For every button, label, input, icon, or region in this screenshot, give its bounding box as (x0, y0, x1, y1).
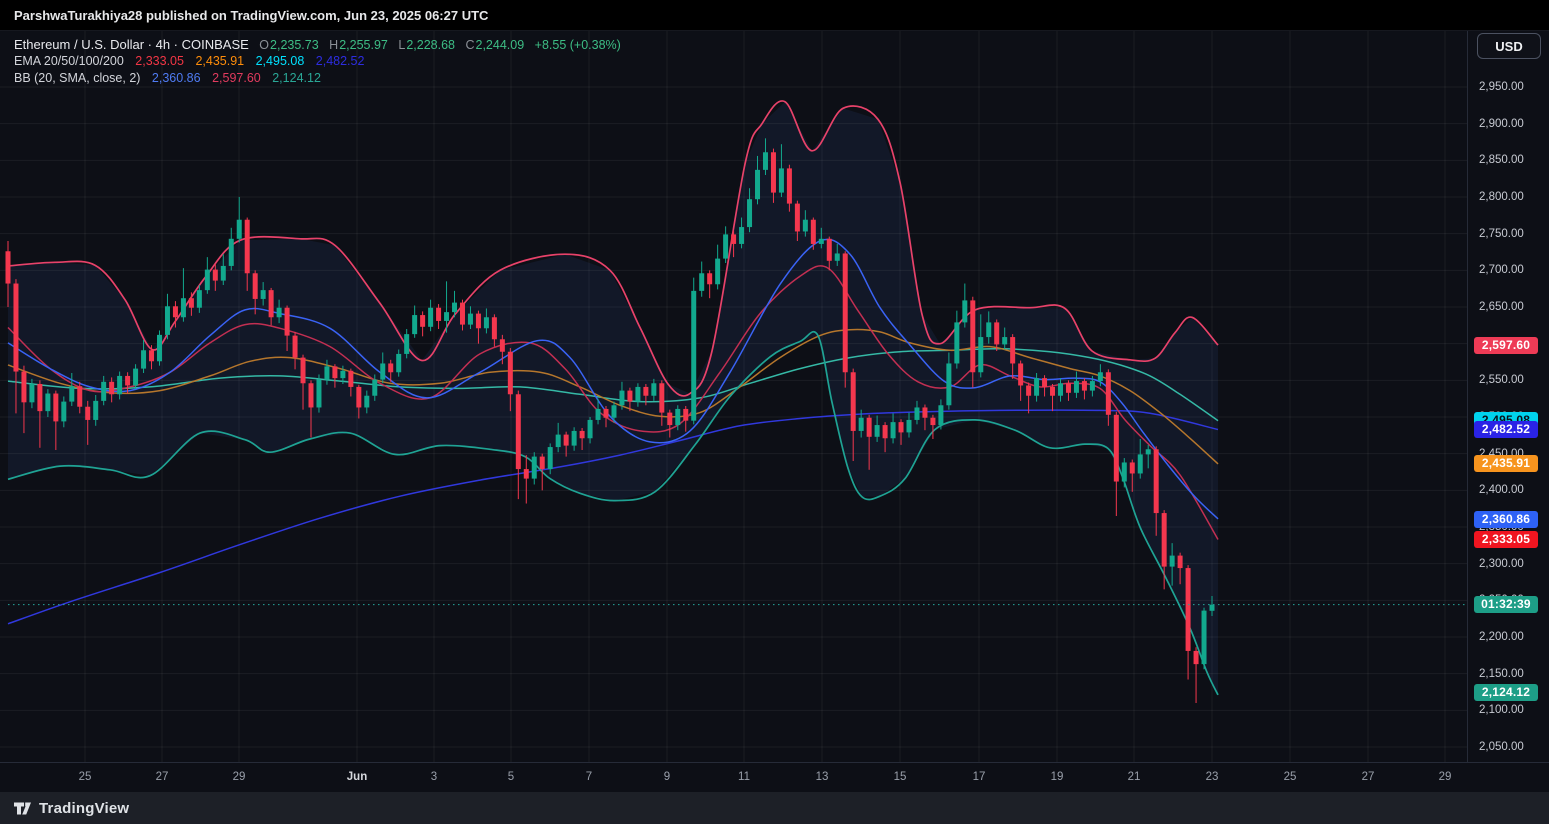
time-tick-label: 17 (973, 771, 986, 783)
time-tick-label: 29 (233, 771, 246, 783)
time-tick-label: 21 (1128, 771, 1141, 783)
currency-toggle-button[interactable]: USD (1477, 33, 1541, 59)
change-value: +8.55 (+0.38%) (535, 38, 621, 52)
high-value: 2,255.97 (339, 38, 388, 52)
price-tick-label: 2,950.00 (1479, 81, 1549, 93)
tradingview-wordmark[interactable]: TradingView (39, 800, 129, 817)
price-tick-label: 2,150.00 (1479, 668, 1549, 680)
time-tick-label: 25 (1284, 771, 1297, 783)
ema20-price-label: 2,333.05 (1474, 531, 1538, 548)
bb-lower-value: 2,124.12 (272, 71, 321, 85)
ema-label: EMA 20/50/100/200 (14, 54, 124, 68)
bb-basis-price-label: 2,360.86 (1474, 511, 1538, 528)
price-tick-label: 2,050.00 (1479, 741, 1549, 753)
low-value: 2,228.68 (406, 38, 455, 52)
price-tick-label: 2,700.00 (1479, 264, 1549, 276)
price-tick-label: 2,650.00 (1479, 301, 1549, 313)
close-label: C (465, 38, 474, 52)
tradingview-logo-icon[interactable] (13, 799, 32, 818)
bb-upper-price-label: 2,597.60 (1474, 337, 1538, 354)
bb-basis-value: 2,360.86 (152, 71, 201, 85)
time-tick-label: 5 (508, 771, 514, 783)
bottom-bar: TradingView (0, 792, 1549, 824)
price-tick-label: 2,750.00 (1479, 228, 1549, 240)
attribution-bar: ParshwaTurakhiya28 published on TradingV… (0, 0, 1549, 30)
price-tick-label: 2,800.00 (1479, 191, 1549, 203)
attribution-text: ParshwaTurakhiya28 published on TradingV… (14, 8, 488, 23)
time-tick-label: 19 (1051, 771, 1064, 783)
legend: Ethereum / U.S. Dollar · 4h · COINBASE O… (14, 36, 621, 87)
ema100-value: 2,495.08 (256, 54, 305, 68)
time-tick-label: 23 (1206, 771, 1219, 783)
open-label: O (259, 38, 269, 52)
time-tick-label: 9 (664, 771, 670, 783)
bb-indicator-row: BB (20, SMA, close, 2) 2,360.86 2,597.60… (14, 70, 621, 87)
time-tick-label: 25 (79, 771, 92, 783)
open-value: 2,235.73 (270, 38, 319, 52)
price-tick-label: 2,100.00 (1479, 704, 1549, 716)
price-tick-label: 2,850.00 (1479, 154, 1549, 166)
time-tick-label: 7 (586, 771, 592, 783)
time-tick-label: 3 (431, 771, 437, 783)
time-tick-label: Jun (347, 771, 367, 783)
close-value: 2,244.09 (476, 38, 525, 52)
ema50-value: 2,435.91 (195, 54, 244, 68)
price-tick-label: 2,200.00 (1479, 631, 1549, 643)
price-scale-axis[interactable]: USD 2,950.00 2,900.00 2,850.00 2,800.00 2,75… (1467, 31, 1549, 763)
high-label: H (329, 38, 338, 52)
time-tick-label: 27 (1362, 771, 1375, 783)
ema200-value: 2,482.52 (316, 54, 365, 68)
bb-upper-value: 2,597.60 (212, 71, 261, 85)
time-tick-label: 15 (894, 771, 907, 783)
ema20-value: 2,333.05 (135, 54, 184, 68)
chart-pane[interactable]: Ethereum / U.S. Dollar · 4h · COINBASE O… (0, 30, 1549, 762)
low-label: L (398, 38, 405, 52)
bb-label: BB (20, SMA, close, 2) (14, 71, 140, 85)
tradingview-published-chart: ParshwaTurakhiya28 published on TradingV… (0, 0, 1549, 824)
ema200-price-label: 2,482.52 (1474, 421, 1538, 438)
time-scale-axis[interactable]: 25 27 29 Jun 3 5 7 9 11 13 15 17 19 21 23 25 27 29 (0, 762, 1549, 792)
time-tick-label: 29 (1439, 771, 1452, 783)
time-tick-label: 13 (816, 771, 829, 783)
ema-indicator-row: EMA 20/50/100/200 2,333.05 2,435.91 2,49… (14, 53, 621, 70)
ema50-price-label: 2,435.91 (1474, 455, 1538, 472)
symbol-title: Ethereum / U.S. Dollar · 4h · COINBASE (14, 37, 249, 52)
price-tick-label: 2,300.00 (1479, 558, 1549, 570)
bb-lower-price-label: 2,124.12 (1474, 684, 1538, 701)
price-tick-label: 2,550.00 (1479, 374, 1549, 386)
symbol-row: Ethereum / U.S. Dollar · 4h · COINBASE O… (14, 36, 621, 53)
price-chart-canvas[interactable] (0, 31, 1467, 763)
price-tick-label: 2,900.00 (1479, 118, 1549, 130)
time-tick-label: 11 (738, 771, 750, 783)
price-tick-label: 2,400.00 (1479, 484, 1549, 496)
time-tick-label: 27 (156, 771, 169, 783)
countdown-label: 01:32:39 (1474, 596, 1538, 613)
